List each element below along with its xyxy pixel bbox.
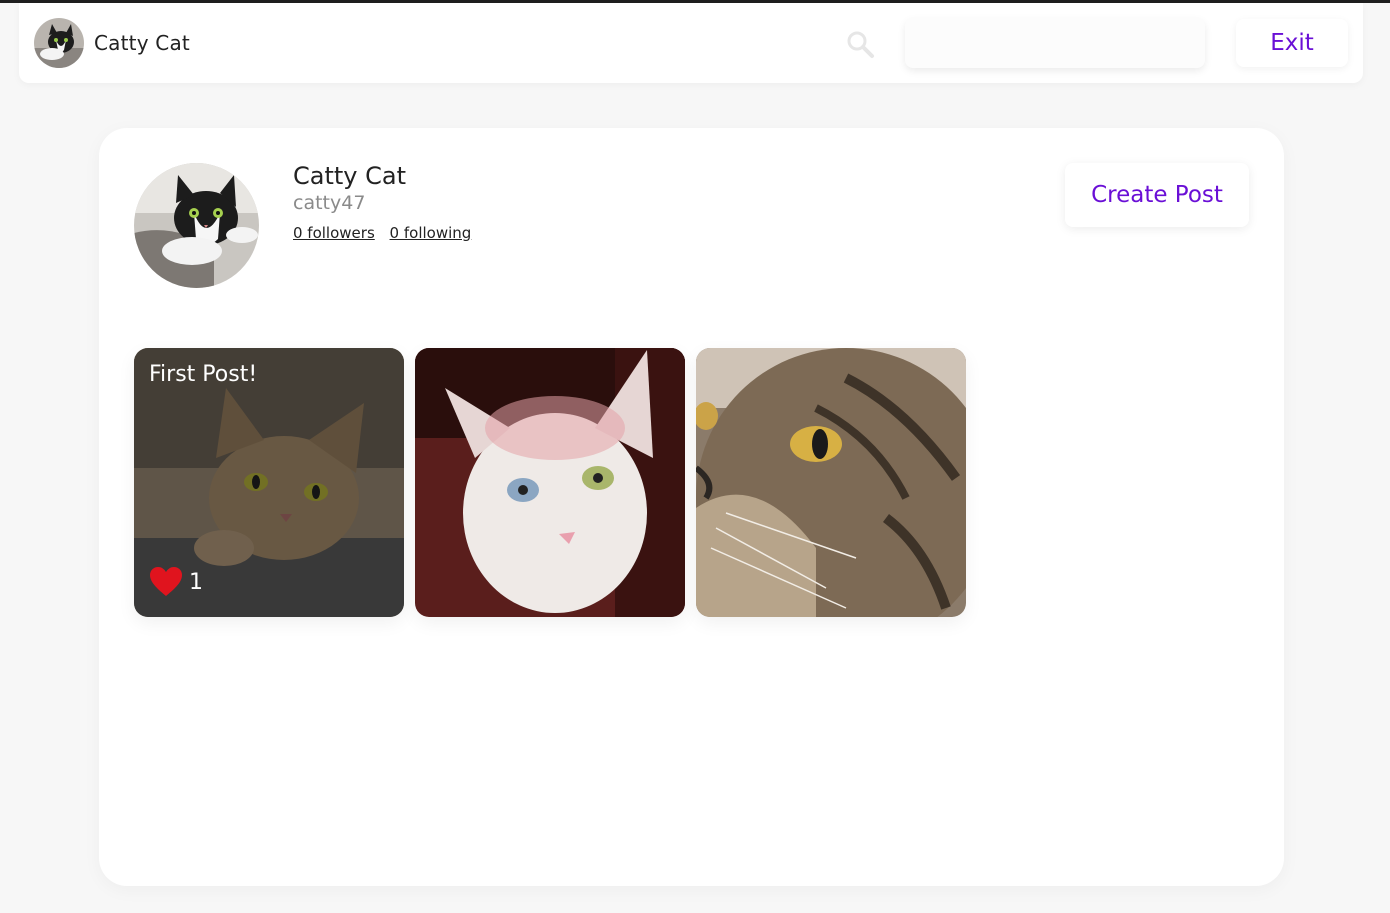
- following-link[interactable]: 0 following: [390, 224, 472, 242]
- followers-link[interactable]: 0 followers: [293, 224, 375, 242]
- like-count: 1: [189, 569, 203, 595]
- heart-icon[interactable]: [149, 566, 183, 598]
- profile-avatar: [134, 163, 259, 288]
- post-card[interactable]: [696, 348, 966, 617]
- post-card[interactable]: [415, 348, 685, 617]
- profile-name: Catty Cat: [293, 162, 406, 190]
- header-user-name[interactable]: Catty Cat: [94, 31, 190, 55]
- post-likes: 1: [149, 566, 203, 598]
- search-input[interactable]: [905, 18, 1205, 68]
- create-post-button[interactable]: Create Post: [1065, 163, 1249, 227]
- top-navbar: Catty Cat Exit: [19, 3, 1363, 83]
- exit-button[interactable]: Exit: [1236, 19, 1348, 67]
- profile-handle: catty47: [293, 192, 366, 214]
- post-card[interactable]: First Post! 1: [134, 348, 404, 617]
- follow-stats: 0 followers 0 following: [293, 224, 481, 242]
- search-icon[interactable]: [845, 29, 875, 59]
- post-image: [696, 348, 966, 617]
- post-image: [415, 348, 685, 617]
- post-title: First Post!: [149, 362, 258, 387]
- header-avatar[interactable]: [34, 18, 84, 68]
- profile-card: Catty Cat catty47 0 followers 0 followin…: [99, 128, 1284, 886]
